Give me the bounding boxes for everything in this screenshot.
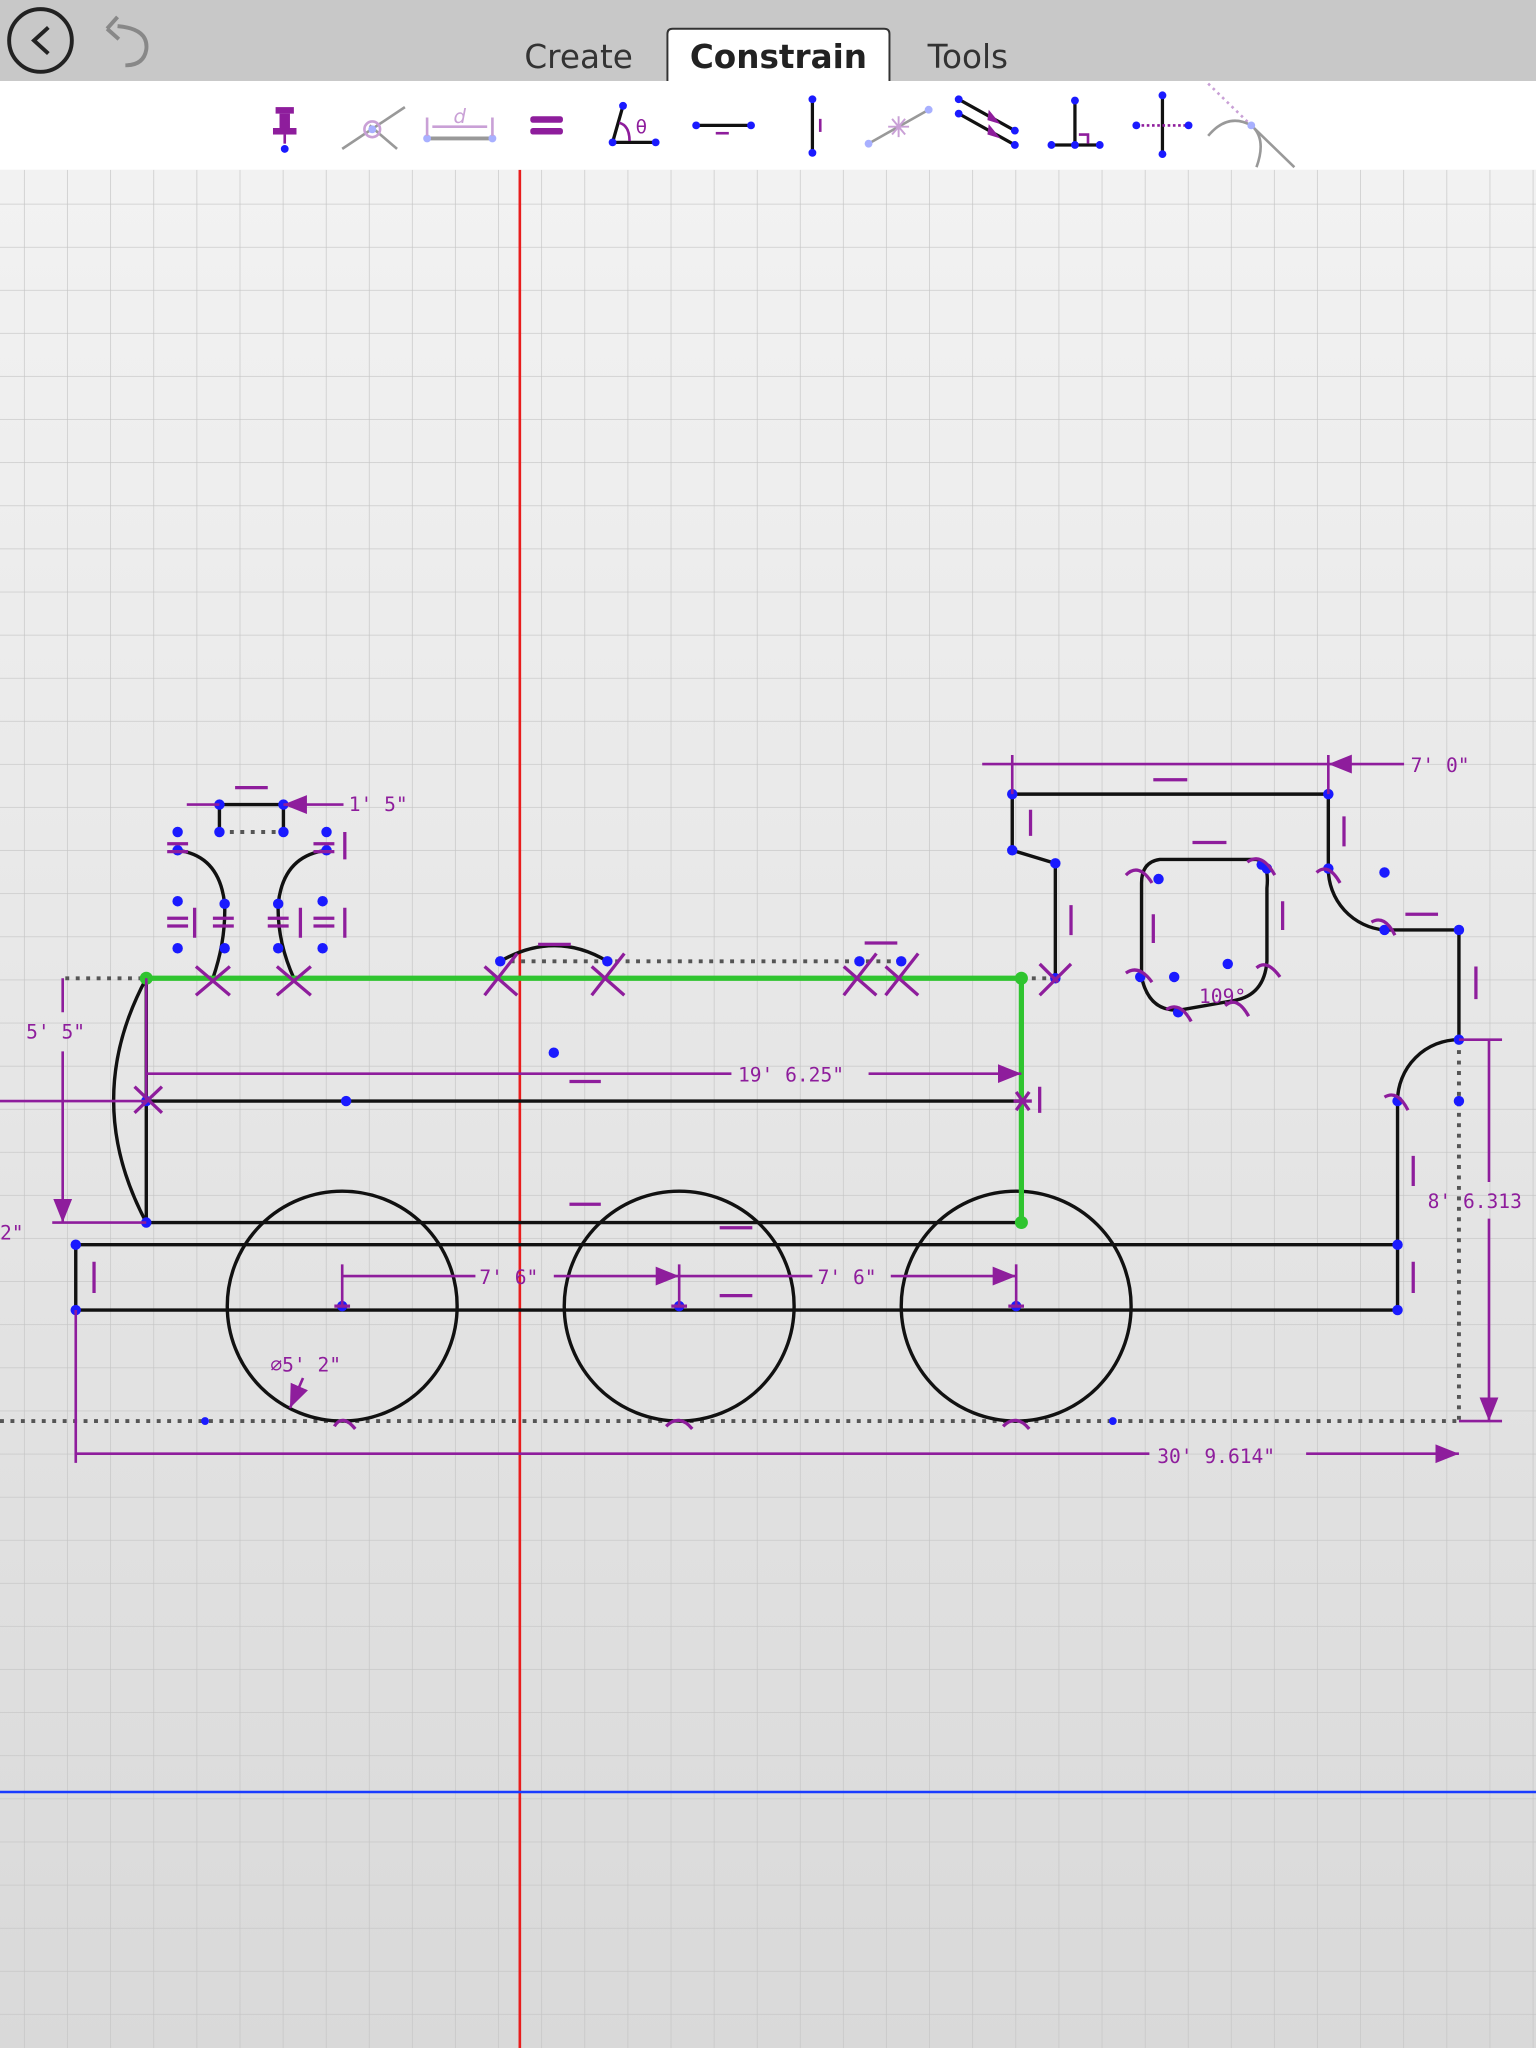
svg-text:θ: θ [636,117,647,138]
dimension-label[interactable]: 8' 6.313 [1428,1190,1522,1213]
dimension-label[interactable]: 2" [0,1222,24,1245]
dimension-label[interactable]: 7' 6" [818,1266,877,1289]
app-screen: 7' 0" 1' 5" 5' 5" 2" 19' 6.25" 7' 6" 7' … [0,0,1536,2048]
dimension-label[interactable]: 109° [1199,985,1246,1008]
dimension-label[interactable]: 19' 6.25" [738,1063,844,1086]
sketch-canvas[interactable]: 7' 0" 1' 5" 5' 5" 2" 19' 6.25" 7' 6" 7' … [0,169,1536,2048]
constraint-toolbar: d θ [0,80,1536,170]
dim-window-angle: 109° [1199,985,1246,1008]
svg-text:Create: Create [524,38,632,76]
dimension-label[interactable]: 1' 5" [349,793,408,816]
dimension-label[interactable]: 7' 6" [479,1266,538,1289]
dimension-label[interactable]: ⌀5' 2" [270,1353,341,1376]
dimension-label[interactable]: 7' 0" [1411,754,1470,777]
tab-constrain[interactable]: Constrain [666,27,891,81]
tab-tools[interactable]: Tools [927,38,1008,76]
svg-text:d: d [454,105,467,128]
svg-text:Constrain: Constrain [690,38,867,76]
top-bar: Create Constrain Tools [0,0,1536,81]
dimension-label[interactable]: 5' 5" [26,1020,85,1043]
dimension-label[interactable]: 30' 9.614" [1157,1445,1275,1468]
tab-create[interactable]: Create [524,38,632,76]
svg-text:Tools: Tools [927,38,1008,76]
